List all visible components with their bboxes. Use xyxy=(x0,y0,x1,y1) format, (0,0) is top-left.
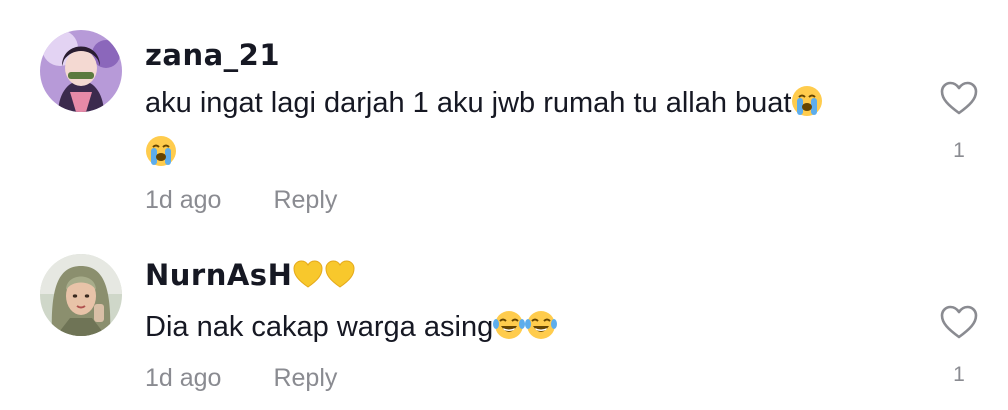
like-count: 1 xyxy=(953,139,965,162)
yellow-heart-icon xyxy=(324,258,356,290)
comment-item: NurnAsH Dia nak cakap warga asing 1d ago… xyxy=(0,230,1008,410)
heart-outline-icon[interactable] xyxy=(939,305,979,344)
username[interactable]: NurnAsH xyxy=(145,258,356,292)
comment-meta: 1d ago Reply xyxy=(145,186,337,215)
like-button[interactable]: 1 xyxy=(936,80,982,163)
comment-text: aku ingat lagi darjah 1 aku jwb rumah tu… xyxy=(145,78,885,178)
loudly-crying-face-icon xyxy=(791,85,823,117)
comment-text: Dia nak cakap warga asing xyxy=(145,302,885,352)
loudly-crying-face-icon xyxy=(145,135,177,167)
timestamp: 1d ago xyxy=(145,186,222,214)
heart-outline-icon[interactable] xyxy=(939,81,979,120)
reply-button[interactable]: Reply xyxy=(273,364,337,392)
like-count: 1 xyxy=(953,363,965,386)
face-with-tears-of-joy-icon xyxy=(493,309,526,341)
comment-item: zana_21 aku ingat lagi darjah 1 aku jwb … xyxy=(0,0,1008,228)
timestamp: 1d ago xyxy=(145,364,222,392)
like-button[interactable]: 1 xyxy=(936,304,982,387)
username[interactable]: zana_21 xyxy=(145,38,280,72)
reply-button[interactable]: Reply xyxy=(273,186,337,214)
avatar[interactable] xyxy=(40,254,122,336)
yellow-heart-icon xyxy=(292,258,324,290)
face-with-tears-of-joy-icon xyxy=(525,309,558,341)
avatar[interactable] xyxy=(40,30,122,112)
comment-meta: 1d ago Reply xyxy=(145,364,337,393)
